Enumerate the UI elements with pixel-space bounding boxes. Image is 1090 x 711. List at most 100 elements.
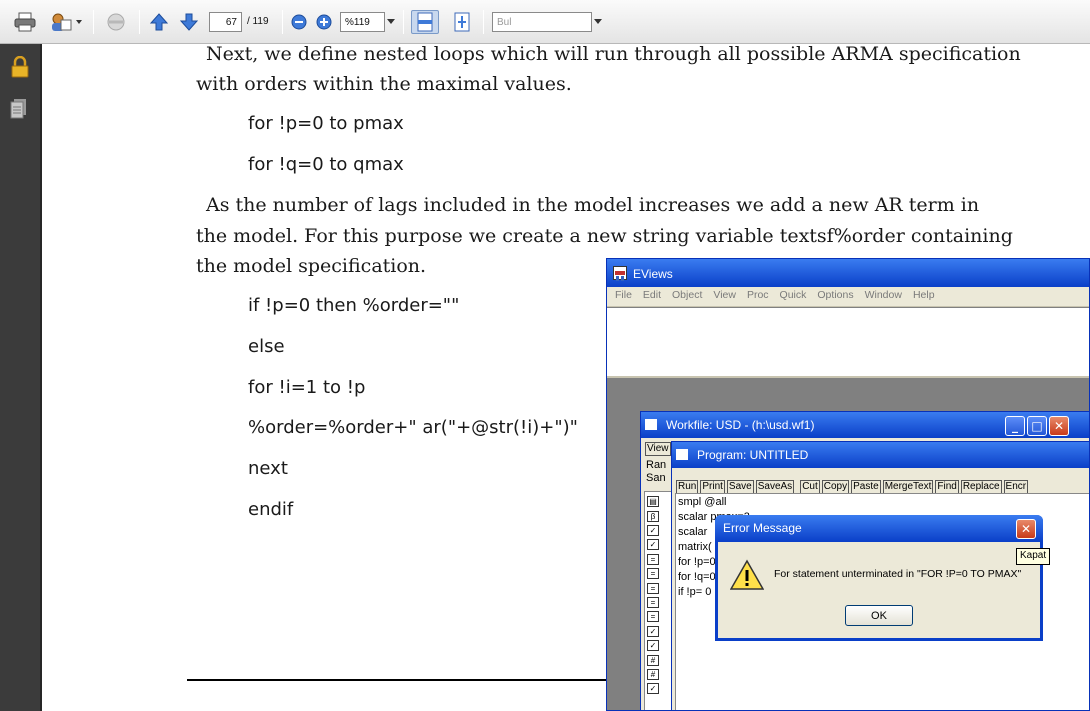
program-find-button[interactable]: Find — [935, 480, 959, 494]
series-icon[interactable]: ▤ — [647, 494, 671, 508]
paragraph-line: As the number of lags included in the mo… — [206, 194, 980, 216]
program-copy-button[interactable]: Copy — [821, 480, 850, 494]
next-page-icon[interactable] — [178, 10, 200, 34]
menu-item-quick[interactable]: Quick — [780, 289, 807, 301]
collaborate-icon[interactable] — [48, 10, 84, 34]
menu-item-window[interactable]: Window — [865, 289, 902, 301]
toolbar-separator — [483, 10, 484, 34]
fit-width-icon[interactable] — [411, 10, 439, 34]
code-line: for !p=0 to pmax — [248, 113, 404, 134]
toolbar-separator — [282, 10, 283, 34]
zoom-dropdown-chevron-down-icon[interactable] — [385, 10, 397, 34]
menu-item-view[interactable]: View — [713, 289, 736, 301]
eviews-app-icon — [613, 266, 627, 281]
program-paste-button[interactable]: Paste — [851, 480, 881, 494]
program-saveas-button[interactable]: SaveAs — [755, 480, 795, 494]
paragraph-line: the model. For this purpose we create a … — [196, 225, 1013, 247]
ok-button[interactable]: OK — [845, 605, 913, 626]
eviews-window: EViews File Edit Object View Proc Quick Option… — [606, 258, 1090, 711]
zoom-level-input[interactable]: %119 — [340, 12, 385, 32]
series-icon[interactable]: ✓ — [647, 681, 671, 695]
code-line: %order=%order+" ar("+@str(!i)+")" — [248, 417, 578, 438]
program-titlebar[interactable]: Program: UNTITLED — [672, 442, 1089, 468]
page-number-input[interactable]: 67 — [209, 12, 242, 32]
code-line: endif — [248, 499, 294, 520]
minimize-icon[interactable]: _ — [1005, 416, 1025, 436]
program-print-button[interactable]: Print — [700, 480, 725, 494]
menu-item-help[interactable]: Help — [913, 289, 935, 301]
paragraph-line: Next, we define nested loops which will … — [206, 43, 1021, 65]
maximize-icon[interactable]: □ — [1027, 416, 1047, 436]
program-encr-button[interactable]: Encr — [1003, 480, 1029, 494]
error-dialog-titlebar[interactable]: Error Message ✕ — [715, 515, 1043, 542]
workfile-title: Workfile: USD - (h:\usd.wf1) — [666, 418, 815, 432]
navigation-panel — [0, 44, 42, 711]
code-line: for !i=1 to !p — [248, 377, 366, 398]
zoom-in-icon[interactable] — [315, 10, 333, 34]
program-code-line: smpl @all — [678, 496, 727, 508]
series-icon[interactable]: ✓ — [647, 624, 671, 638]
series-icon[interactable]: ✓ — [647, 638, 671, 652]
program-window-icon — [676, 449, 688, 460]
pages-icon[interactable] — [10, 98, 28, 124]
eviews-menubar: File Edit Object View Proc Quick Options Window… — [607, 287, 1089, 307]
menu-item-proc[interactable]: Proc — [747, 289, 769, 301]
code-line: for !q=0 to qmax — [248, 154, 404, 175]
equation-icon[interactable]: = — [647, 552, 671, 566]
hand-tool-icon[interactable] — [102, 10, 130, 34]
program-replace-button[interactable]: Replace — [960, 480, 1002, 494]
program-toolbar: Run Print Save SaveAs Cut Copy Paste MergeText F… — [676, 474, 1030, 494]
error-dialog-title: Error Message — [723, 521, 802, 535]
close-icon[interactable]: ✕ — [1016, 519, 1036, 539]
error-dialog: Error Message ✕ For statement unterminat… — [715, 515, 1043, 641]
equation-icon[interactable]: = — [647, 595, 671, 609]
program-title: Program: UNTITLED — [697, 448, 809, 462]
workfile-view-button[interactable]: View — [645, 442, 671, 456]
close-tooltip: Kapat — [1016, 548, 1051, 565]
program-mergetext-button[interactable]: MergeText — [882, 480, 934, 494]
equation-icon[interactable]: = — [647, 566, 671, 580]
code-line: else — [248, 336, 285, 357]
previous-page-icon[interactable] — [148, 10, 170, 34]
page-footnote-rule — [187, 679, 627, 681]
toolbar-separator — [403, 10, 404, 34]
workfile-object-list[interactable]: ▤ β ✓ ✓ = = = = = ✓ ✓ # # ✓ — [644, 491, 672, 710]
equation-icon[interactable]: = — [647, 580, 671, 594]
close-icon[interactable]: ✕ — [1049, 416, 1069, 436]
find-dropdown-chevron-down-icon[interactable] — [592, 10, 604, 34]
find-input[interactable]: Bul — [492, 12, 592, 32]
fit-page-icon[interactable] — [449, 10, 475, 34]
menu-item-edit[interactable]: Edit — [643, 289, 661, 301]
warning-icon — [729, 559, 765, 595]
error-message: For statement unterminated in "FOR !P=0 … — [774, 568, 1022, 580]
menu-item-options[interactable]: Options — [817, 289, 853, 301]
code-line: if !p=0 then %order="" — [248, 295, 460, 316]
print-icon[interactable] — [12, 10, 38, 34]
toolbar-separator — [93, 10, 94, 34]
lock-icon[interactable] — [10, 55, 30, 82]
workfile-titlebar[interactable]: Workfile: USD - (h:\usd.wf1) _ □ ✕ — [641, 412, 1089, 438]
program-run-button[interactable]: Run — [676, 480, 699, 494]
matrix-icon[interactable]: # — [647, 652, 671, 666]
paragraph-line: with orders within the maximal values. — [196, 73, 572, 95]
menu-item-object[interactable]: Object — [672, 289, 702, 301]
toolbar-separator — [139, 10, 140, 34]
workfile-window-icon — [645, 419, 657, 430]
code-line: next — [248, 458, 288, 479]
screen: 67 / 119 %119 Bul Next, we define nested… — [0, 0, 1090, 711]
menu-item-file[interactable]: File — [615, 289, 632, 301]
paragraph-line: the model specification. — [196, 255, 427, 277]
matrix-icon[interactable]: # — [647, 667, 671, 681]
series-icon[interactable]: ✓ — [647, 523, 671, 537]
workfile-sample-label: San — [646, 472, 666, 484]
page-total: / 119 — [247, 16, 269, 27]
program-save-button[interactable]: Save — [726, 480, 754, 494]
coef-icon[interactable]: β — [647, 508, 671, 522]
eviews-titlebar[interactable]: EViews — [607, 259, 1089, 287]
equation-icon[interactable]: = — [647, 609, 671, 623]
eviews-title: EViews — [633, 267, 673, 281]
eviews-command-window[interactable] — [607, 308, 1089, 378]
zoom-out-icon[interactable] — [290, 10, 308, 34]
program-cut-button[interactable]: Cut — [800, 480, 820, 494]
series-icon[interactable]: ✓ — [647, 537, 671, 551]
